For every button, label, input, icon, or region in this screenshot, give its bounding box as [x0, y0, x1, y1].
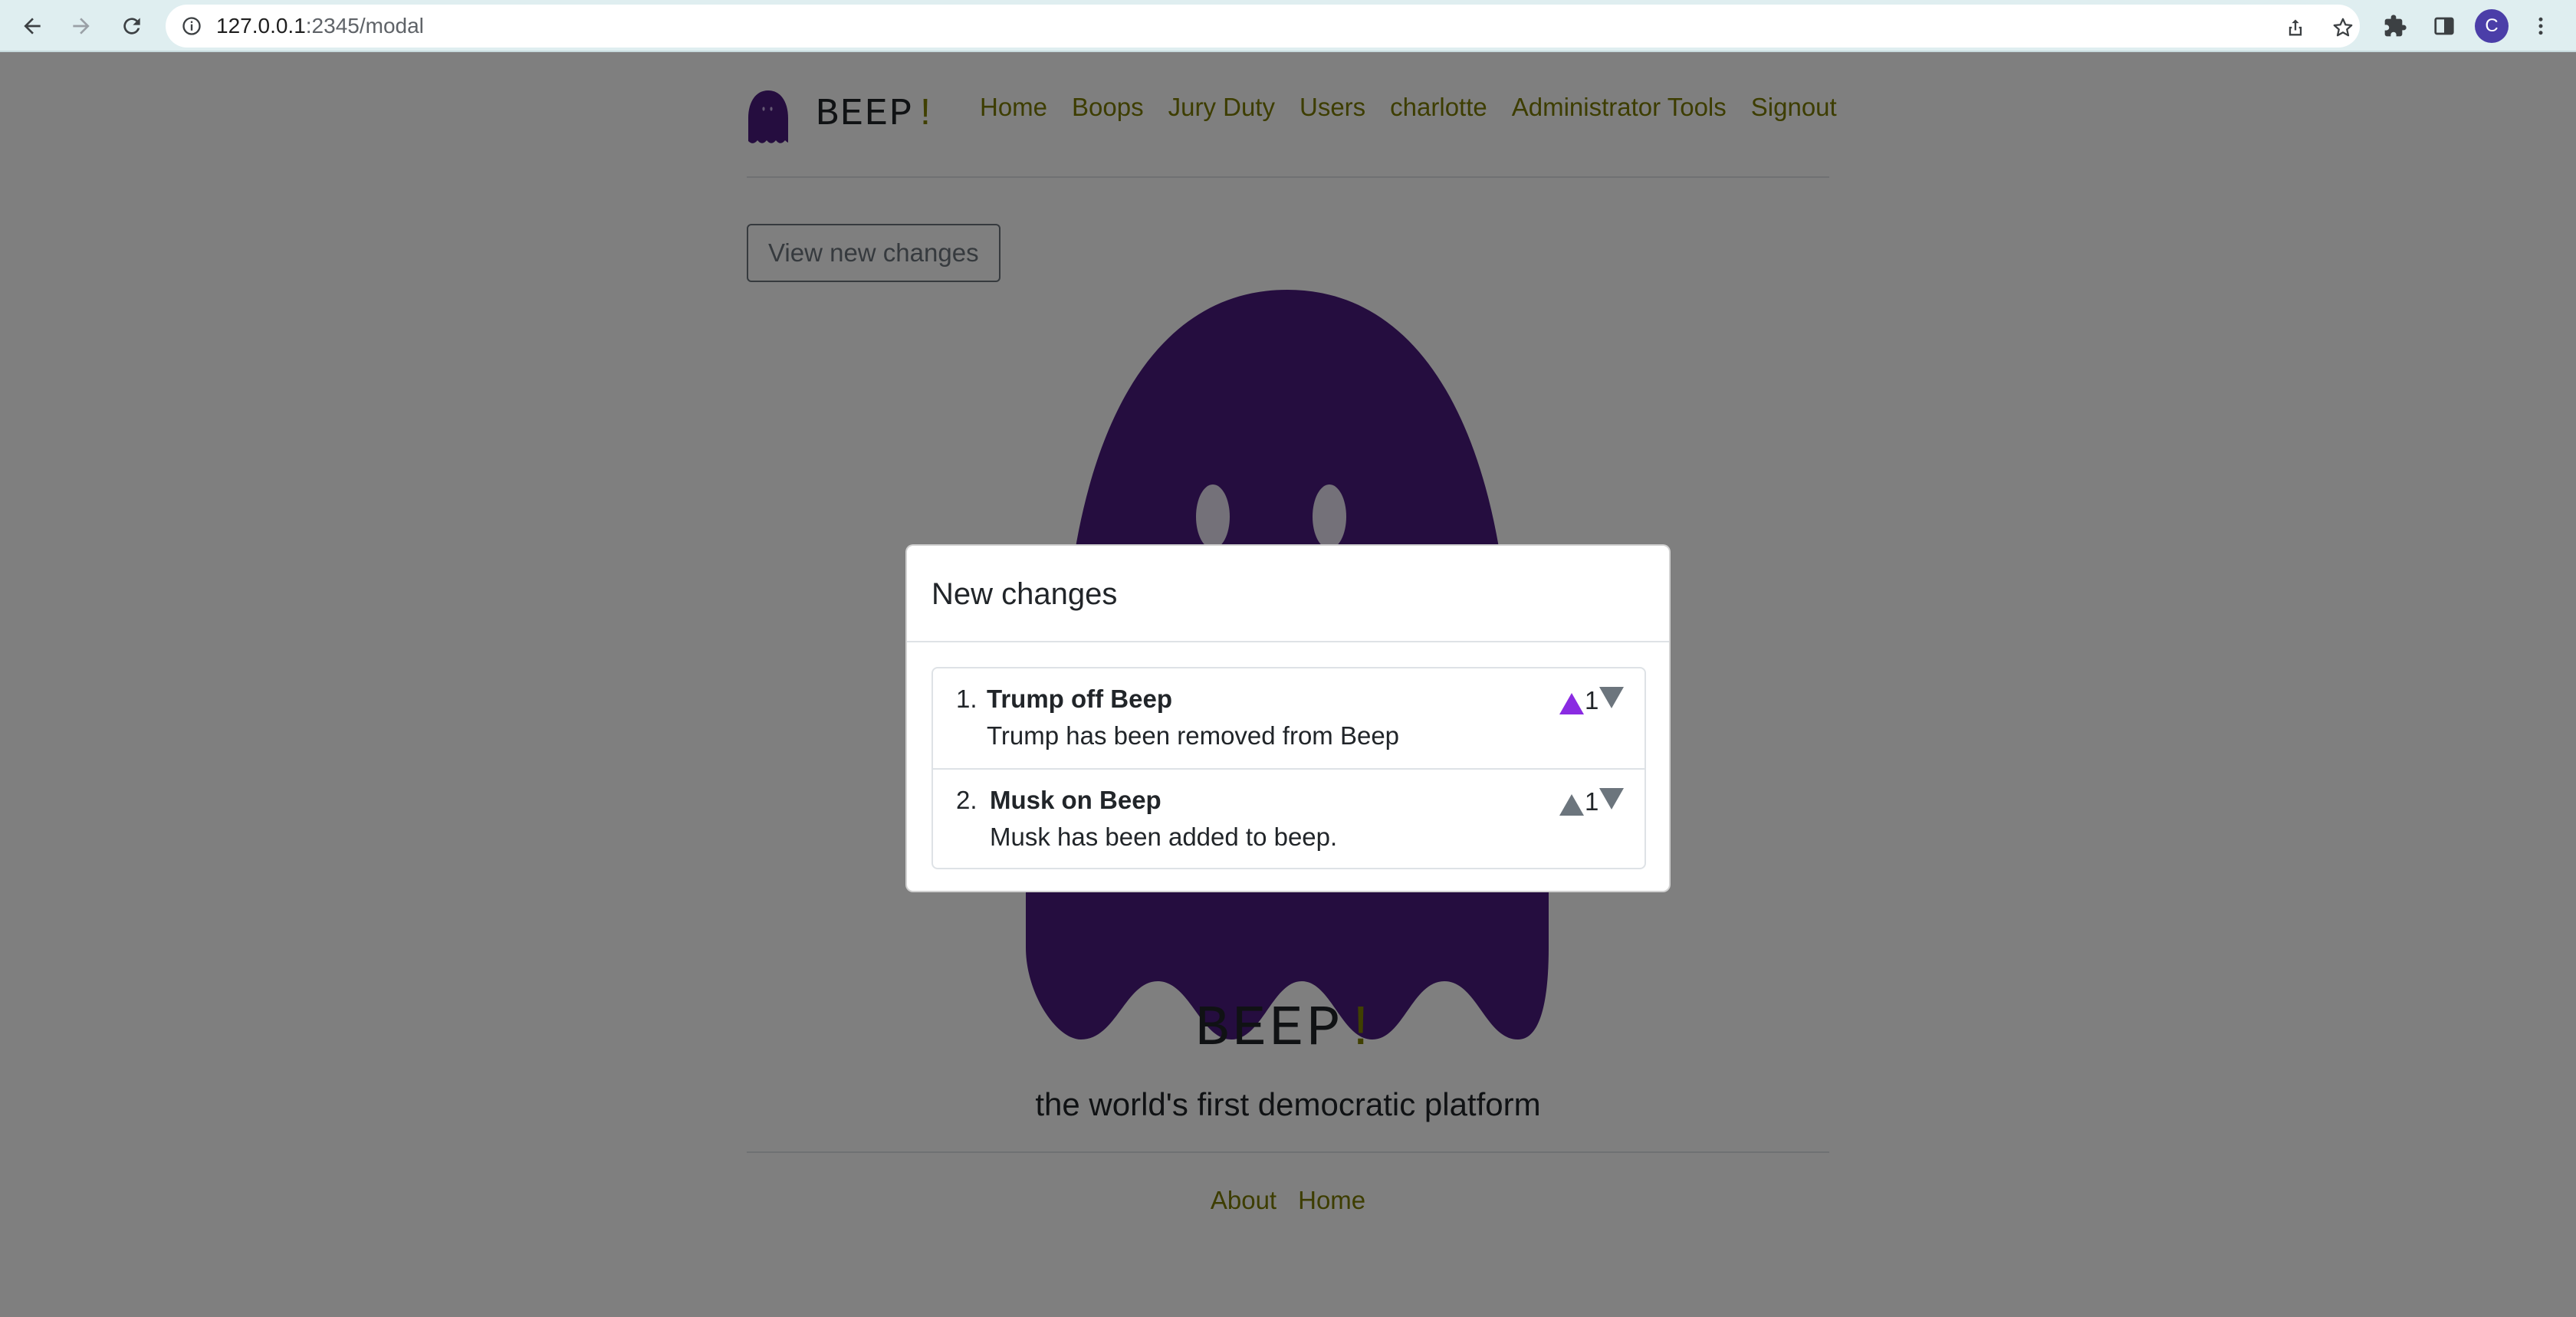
modal-title: New changes: [932, 577, 1118, 611]
url-text[interactable]: 127.0.0.1:2345/modal: [216, 14, 424, 38]
info-icon[interactable]: [181, 15, 202, 37]
bookmark-button[interactable]: [2329, 14, 2357, 41]
downvote-arrow-icon[interactable]: [1598, 787, 1625, 813]
url-host: 127.0.0.1: [216, 14, 306, 38]
vote-count: 1: [1585, 686, 1599, 714]
avatar: C: [2475, 9, 2509, 43]
change-number: 1.: [956, 685, 978, 713]
side-panel-button[interactable]: [2426, 8, 2463, 44]
list-item: 1. Trump off Beep Trump has been removed…: [933, 668, 1644, 768]
forward-button[interactable]: [63, 8, 100, 44]
back-icon: [24, 18, 41, 34]
address-bar[interactable]: 127.0.0.1:2345/modal: [166, 5, 2360, 48]
change-description: Musk has been added to beep.: [990, 823, 1338, 851]
modal-header: New changes: [907, 546, 1669, 642]
extensions-button[interactable]: [2377, 8, 2413, 44]
share-icon: [2288, 19, 2302, 36]
upvote-arrow-icon[interactable]: [1559, 791, 1585, 817]
change-title: Musk on Beep: [990, 786, 1162, 814]
extensions-icon: [2384, 15, 2407, 37]
upvote-arrow-icon[interactable]: [1559, 690, 1585, 716]
new-changes-modal: New changes 1. Trump off Beep Trump has …: [905, 544, 1671, 892]
profile-button[interactable]: C: [2473, 8, 2510, 44]
forward-icon: [73, 18, 90, 34]
browser-menu-button[interactable]: [2522, 8, 2559, 44]
downvote-arrow-icon[interactable]: [1598, 685, 1625, 711]
sidepanel-icon: [2434, 17, 2454, 35]
vote-count: 1: [1585, 787, 1599, 816]
kebab-menu-icon: [2538, 17, 2543, 35]
url-path: :2345/modal: [305, 14, 424, 38]
vote-controls: 1: [1559, 787, 1628, 817]
change-number: 2.: [956, 786, 978, 814]
reload-icon: [123, 18, 140, 34]
vote-controls: 1: [1559, 685, 1628, 716]
back-button[interactable]: [14, 8, 51, 44]
change-list: 1. Trump off Beep Trump has been removed…: [932, 667, 1646, 869]
list-item: 2. Musk on Beep Musk has been added to b…: [933, 768, 1644, 868]
star-icon: [2333, 18, 2353, 37]
share-button[interactable]: [2282, 14, 2309, 41]
change-title: Trump off Beep: [987, 685, 1173, 713]
browser-toolbar: 127.0.0.1:2345/modal C: [0, 0, 2576, 52]
change-description: Trump has been removed from Beep: [987, 721, 1400, 750]
reload-button[interactable]: [113, 8, 150, 44]
